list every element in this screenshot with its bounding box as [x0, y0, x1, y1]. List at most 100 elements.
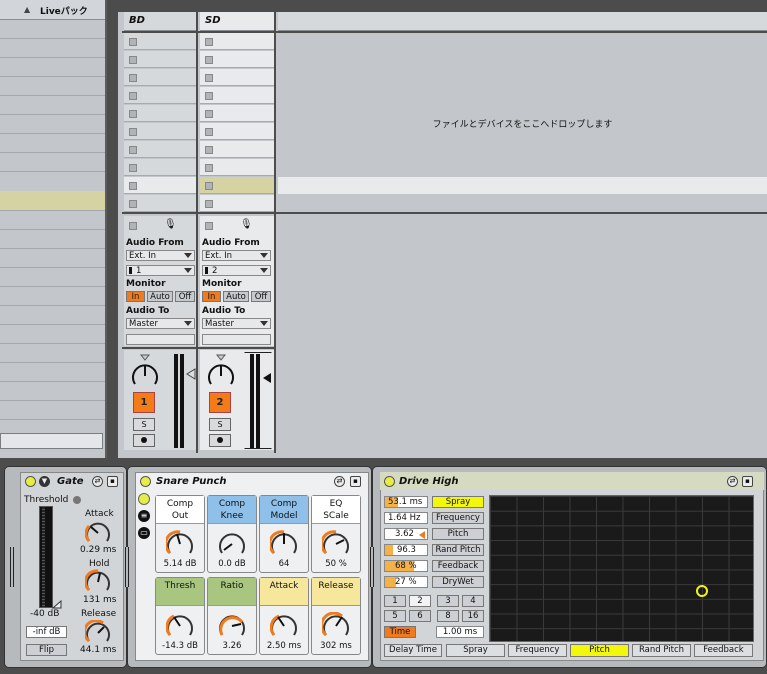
browser-column-live-pack[interactable]: Liveパック: [40, 4, 88, 17]
macro-knob[interactable]: [322, 612, 350, 638]
division-button[interactable]: 6: [409, 610, 431, 622]
sort-arrow-icon[interactable]: ▲: [24, 5, 30, 14]
tab-delay-time[interactable]: Delay Time: [384, 644, 442, 657]
division-button-selected[interactable]: 2: [409, 595, 431, 607]
tab-rand-pitch[interactable]: Rand Pitch: [632, 644, 691, 657]
macro-knob[interactable]: [270, 612, 298, 638]
volume-fader-arrow-icon[interactable]: [186, 368, 196, 380]
tab-frequency[interactable]: Frequency: [508, 644, 567, 657]
device-grip-handle[interactable]: [125, 547, 131, 587]
clip-stop-button-icon[interactable]: [205, 222, 213, 230]
division-button[interactable]: 3: [437, 595, 459, 607]
clip-slot[interactable]: [200, 123, 274, 140]
stop-button-icon[interactable]: [129, 146, 137, 154]
clip-slot[interactable]: [200, 33, 274, 50]
chain-list-icon[interactable]: ≡: [138, 510, 150, 522]
save-preset-icon[interactable]: ▪: [350, 476, 361, 487]
clip-slot[interactable]: [124, 69, 196, 86]
division-button[interactable]: 16: [462, 610, 484, 622]
monitor-off-button[interactable]: Off: [251, 291, 271, 302]
clip-slot[interactable]: [124, 51, 196, 68]
clip-slot[interactable]: [124, 195, 196, 212]
hot-swap-icon[interactable]: ⇄: [727, 476, 738, 487]
hot-swap-icon[interactable]: ⇄: [334, 476, 345, 487]
macro-release[interactable]: Release 302 ms: [311, 577, 361, 655]
audio-to-dropdown[interactable]: Master: [126, 318, 195, 329]
macro-view-icon[interactable]: [138, 493, 150, 505]
param-value-field[interactable]: 96.3: [384, 544, 428, 556]
device-power-icon[interactable]: [140, 476, 151, 487]
stop-button-icon[interactable]: [129, 200, 137, 208]
stop-button-icon[interactable]: [205, 128, 213, 136]
macro-comp-model[interactable]: Comp Model 64: [259, 495, 309, 573]
tab-pitch[interactable]: Pitch: [570, 644, 629, 657]
stop-button-icon[interactable]: [205, 92, 213, 100]
sub-routing-dropdown[interactable]: [202, 334, 271, 345]
device-list-icon[interactable]: ▭: [138, 527, 150, 539]
monitor-in-button[interactable]: In: [202, 291, 221, 302]
device-power-icon[interactable]: [25, 476, 36, 487]
macro-attack[interactable]: Attack 2.50 ms: [259, 577, 309, 655]
input-channel-dropdown[interactable]: 2: [202, 265, 271, 276]
macro-knob[interactable]: [166, 530, 194, 556]
macro-ratio[interactable]: Ratio 3.26: [207, 577, 257, 655]
sidechain-indicator-icon[interactable]: [73, 496, 81, 504]
tab-feedback[interactable]: Feedback: [694, 644, 753, 657]
param-select-frequency[interactable]: Frequency: [432, 512, 484, 524]
macro-thresh[interactable]: Thresh -14.3 dB: [155, 577, 205, 655]
stop-button-icon[interactable]: [129, 56, 137, 64]
clip-slot[interactable]: [124, 105, 196, 122]
browser-selected-row[interactable]: [0, 191, 105, 210]
return-field[interactable]: -inf dB: [26, 626, 67, 638]
audio-from-dropdown[interactable]: Ext. In: [202, 250, 271, 261]
macro-knob[interactable]: [218, 612, 246, 638]
device-grip-handle[interactable]: [370, 547, 376, 587]
macro-knob[interactable]: [322, 530, 350, 556]
stop-button-icon[interactable]: [129, 92, 137, 100]
clip-slot[interactable]: [124, 141, 196, 158]
stop-button-icon[interactable]: [205, 164, 213, 172]
macro-knob[interactable]: [166, 612, 194, 638]
monitor-in-button[interactable]: In: [126, 291, 145, 302]
clip-stop-button-icon[interactable]: [129, 222, 137, 230]
time-value-field[interactable]: 1.00 ms: [436, 626, 484, 638]
macro-knob[interactable]: [270, 530, 298, 556]
audio-from-dropdown[interactable]: Ext. In: [126, 250, 195, 261]
tab-spray[interactable]: Spray: [446, 644, 505, 657]
param-select-spray[interactable]: Spray: [432, 496, 484, 508]
audio-to-dropdown[interactable]: Master: [202, 318, 271, 329]
time-mode-button[interactable]: Time: [384, 626, 416, 638]
stop-button-icon[interactable]: [205, 56, 213, 64]
param-value-field[interactable]: 53.1 ms: [384, 496, 428, 508]
device-power-icon[interactable]: [384, 476, 395, 487]
stop-button-icon[interactable]: [205, 74, 213, 82]
clip-slot[interactable]: [200, 105, 274, 122]
save-preset-icon[interactable]: ▪: [742, 476, 753, 487]
track-title-sd[interactable]: SD: [200, 12, 274, 31]
clip-slot[interactable]: [124, 87, 196, 104]
release-knob[interactable]: [85, 620, 111, 644]
attack-knob[interactable]: [85, 520, 111, 544]
clip-slot[interactable]: [200, 51, 274, 68]
sub-routing-dropdown[interactable]: [126, 334, 195, 345]
microphone-icon[interactable]: 🎙: [240, 219, 253, 230]
stop-button-icon[interactable]: [129, 74, 137, 82]
flip-button[interactable]: Flip: [26, 644, 67, 656]
param-select-rand-pitch[interactable]: Rand Pitch: [432, 544, 484, 556]
stop-button-icon[interactable]: [129, 182, 137, 190]
param-select-pitch[interactable]: Pitch: [432, 528, 484, 540]
param-value-field[interactable]: 68 %: [384, 560, 428, 572]
param-value-field[interactable]: 1.64 Hz: [384, 512, 428, 524]
save-preset-icon[interactable]: ▪: [107, 476, 118, 487]
macro-comp-out[interactable]: Comp Out 5.14 dB: [155, 495, 205, 573]
param-select-feedback[interactable]: Feedback: [432, 560, 484, 572]
browser-search-field[interactable]: [0, 433, 103, 449]
solo-button[interactable]: S: [209, 418, 231, 431]
stop-button-icon[interactable]: [205, 200, 213, 208]
stop-button-icon[interactable]: [205, 146, 213, 154]
clip-slot[interactable]: [200, 141, 274, 158]
clip-slot[interactable]: [200, 159, 274, 176]
stop-button-icon[interactable]: [129, 128, 137, 136]
macro-comp-knee[interactable]: Comp Knee 0.0 dB: [207, 495, 257, 573]
stop-button-icon[interactable]: [129, 164, 137, 172]
